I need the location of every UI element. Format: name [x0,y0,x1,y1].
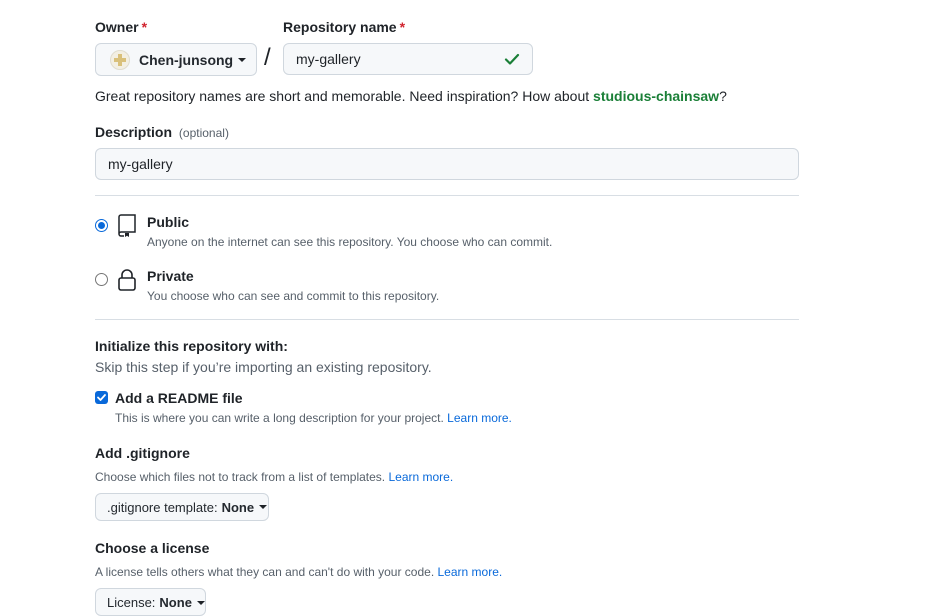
readme-learn-more-link[interactable]: Learn more. [447,411,512,425]
license-desc-text: A license tells others what they can and… [95,565,435,579]
gitignore-button-value: None [221,499,255,515]
readme-description: This is where you can write a long descr… [115,411,512,425]
description-input[interactable]: my-gallery [95,148,799,180]
repo-icon [118,214,136,237]
gitignore-learn-more-link[interactable]: Learn more. [388,470,453,484]
lock-icon [118,269,136,291]
repo-name-label: Repository name * [283,19,406,35]
public-description: Anyone on the internet can see this repo… [147,235,553,249]
owner-select-button[interactable]: Chen-junsong [95,43,257,76]
gitignore-title: Add .gitignore [95,445,190,461]
required-mark: * [141,19,148,35]
chevron-down-icon [238,57,247,62]
name-suggestion: Great repository names are short and mem… [95,88,727,104]
owner-repo-separator: / [264,44,271,71]
suggested-name-link[interactable]: studious-chainsaw [593,88,719,104]
license-description: A license tells others what they can and… [95,565,502,579]
gitignore-template-button[interactable]: .gitignore template: None [95,493,269,521]
readme-checkbox[interactable] [95,391,108,404]
readme-desc-text: This is where you can write a long descr… [115,411,444,425]
init-subtitle: Skip this step if you’re importing an ex… [95,359,432,375]
chevron-down-icon [196,601,205,605]
public-radio[interactable] [95,219,108,232]
optional-tag: (optional) [178,126,229,140]
private-radio[interactable] [95,273,108,286]
owner-name: Chen-junsong [139,51,234,68]
license-title: Choose a license [95,540,210,556]
avatar [110,49,130,70]
repo-name-value: my-gallery [296,51,361,67]
gitignore-description: Choose which files not to track from a l… [95,470,453,484]
chevron-down-icon [259,505,268,509]
license-button-prefix: License: [107,595,156,610]
divider [95,319,799,320]
divider [95,195,799,196]
description-value: my-gallery [108,156,173,172]
description-label: Description (optional) [95,124,229,140]
init-title: Initialize this repository with: [95,338,288,354]
private-description: You choose who can see and commit to thi… [147,289,440,303]
readme-label[interactable]: Add a README file [115,390,243,406]
gitignore-desc-text: Choose which files not to track from a l… [95,470,386,484]
suggestion-suffix: ? [719,88,727,104]
license-learn-more-link[interactable]: Learn more. [438,565,503,579]
public-title: Public [147,214,190,230]
repo-name-input[interactable]: my-gallery [283,43,533,75]
license-button[interactable]: License: None [95,588,206,616]
required-mark: * [399,19,406,35]
license-button-value: None [159,595,192,610]
avatar-icon [114,53,126,66]
check-icon [504,53,520,65]
checkmark-icon [97,394,106,401]
owner-label: Owner * [95,19,148,35]
private-title: Private [147,268,194,284]
suggestion-text: Great repository names are short and mem… [95,88,594,104]
gitignore-button-prefix: .gitignore template: [107,499,218,515]
